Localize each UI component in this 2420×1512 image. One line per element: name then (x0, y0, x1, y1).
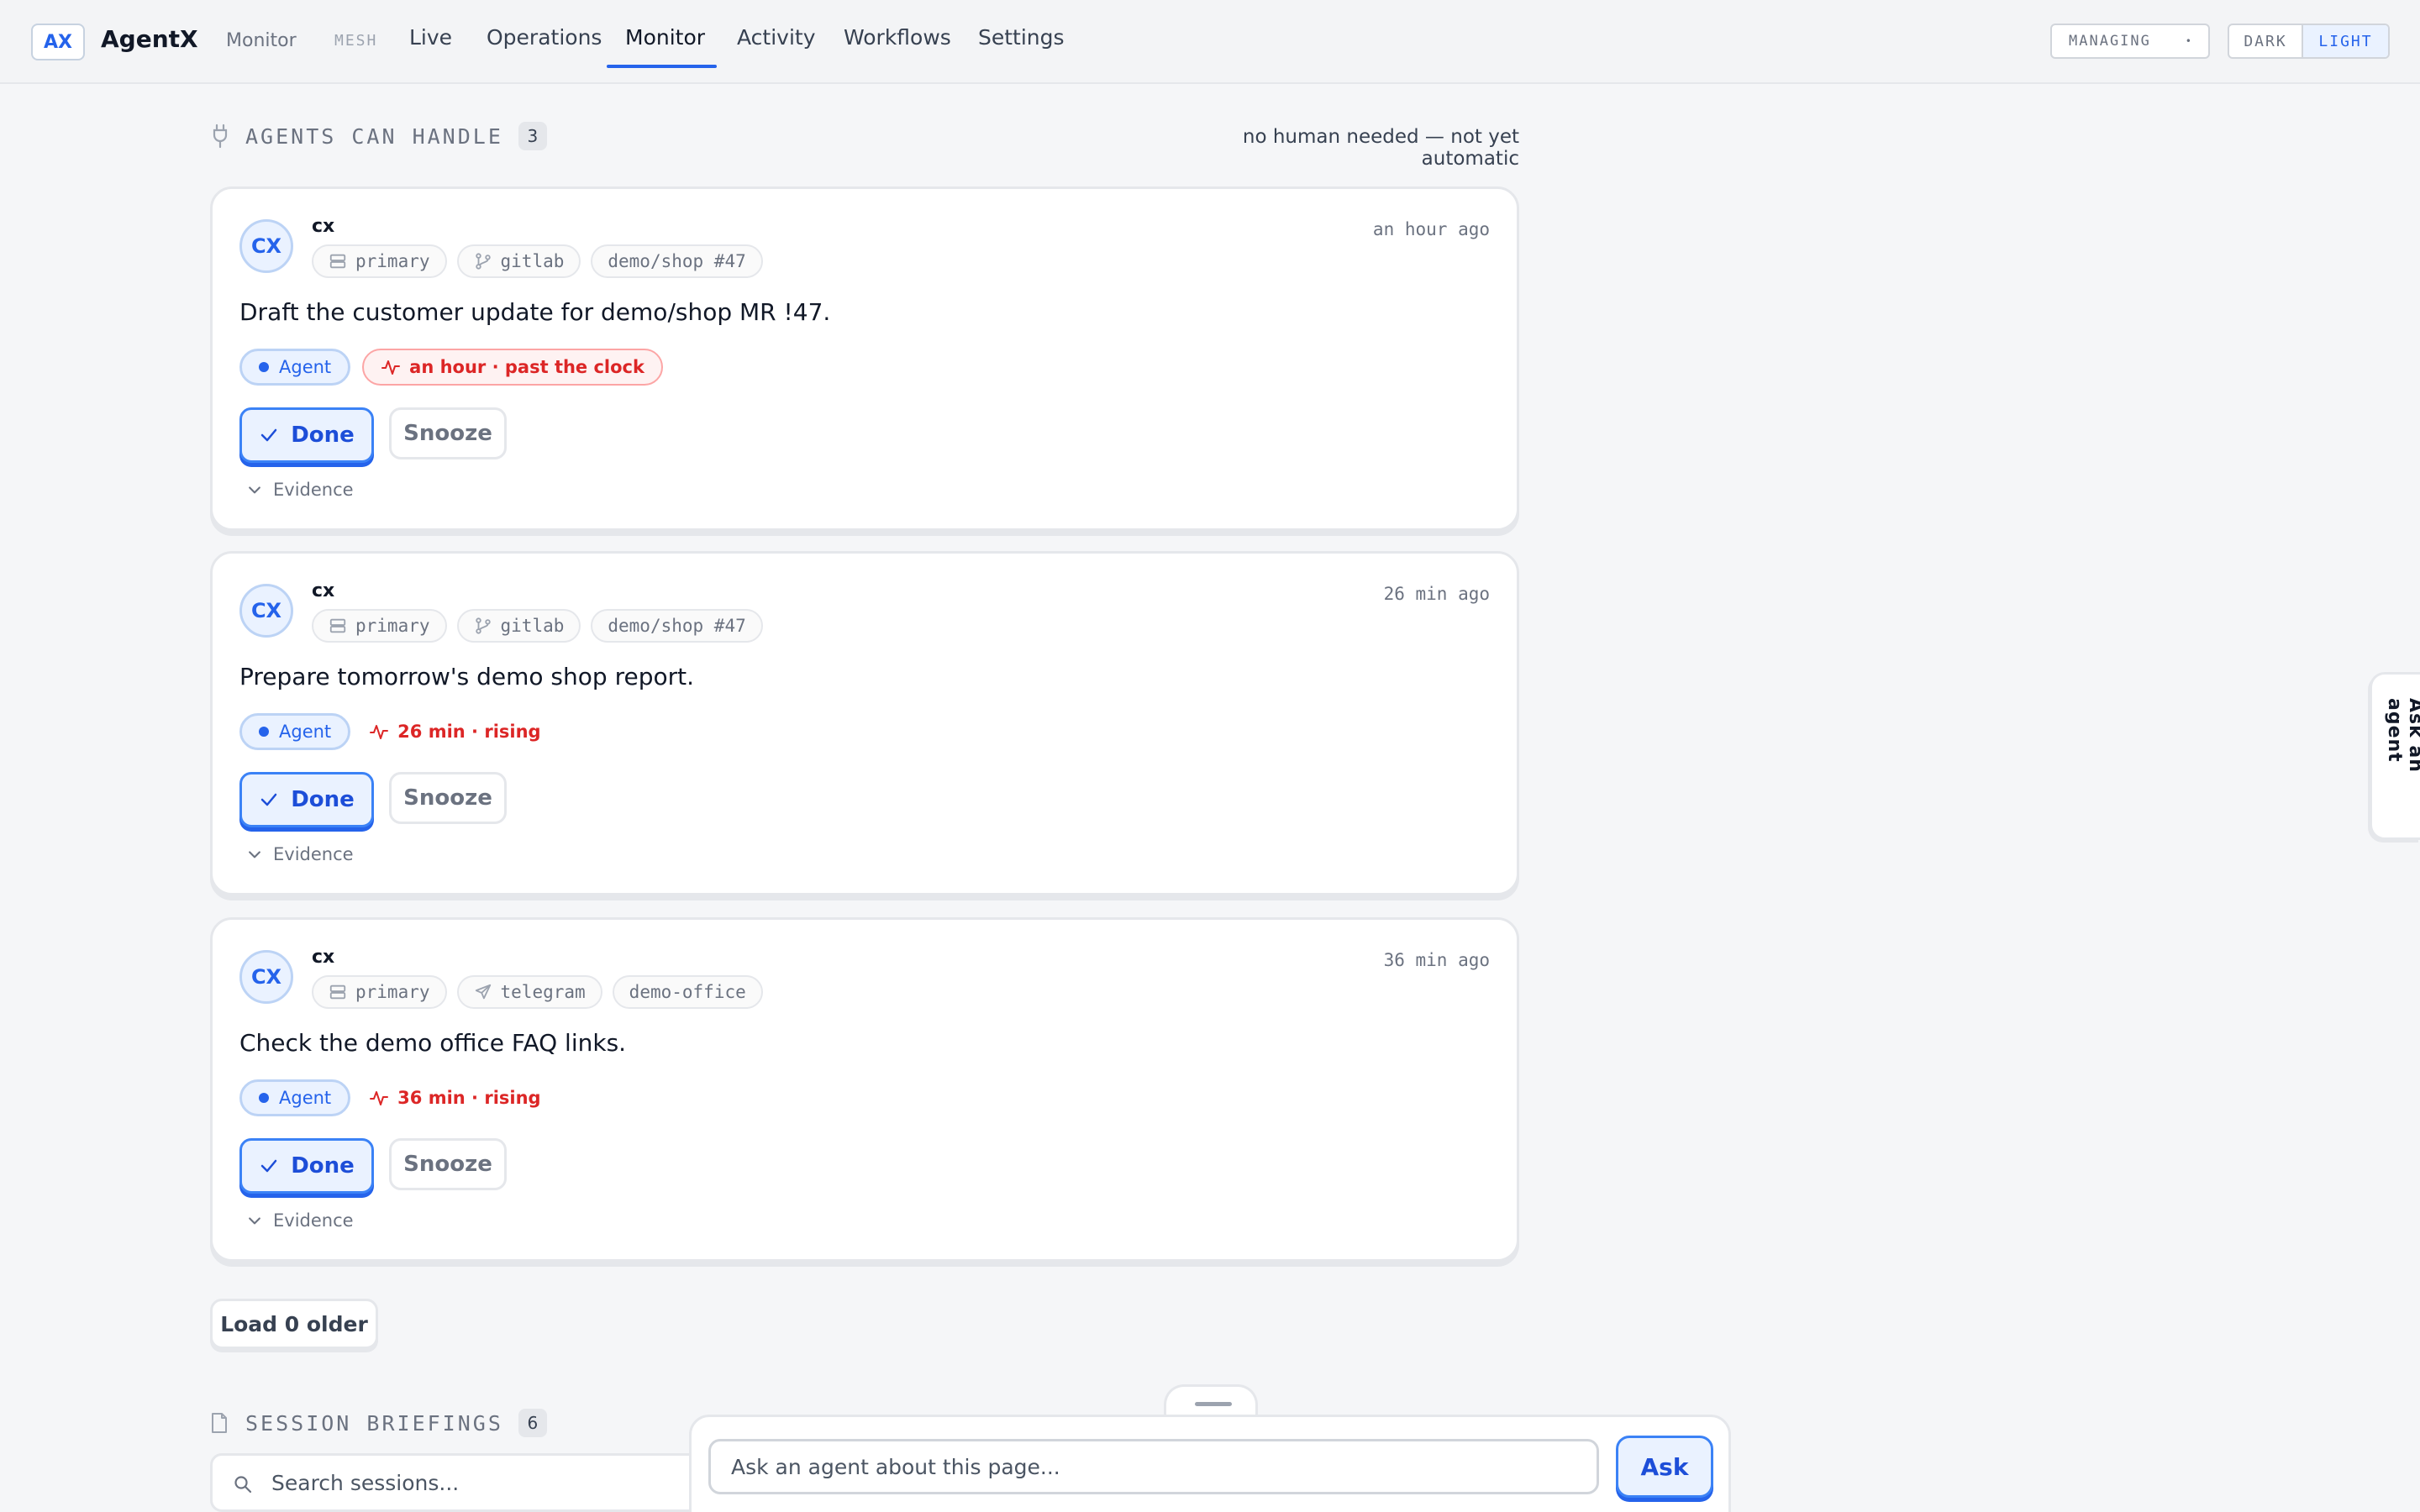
section-title: SESSION BRIEFINGS (245, 1410, 503, 1436)
managing-select[interactable]: MANAGING • (2050, 24, 2210, 59)
file-icon (212, 1413, 227, 1433)
ask-button[interactable]: Ask (1616, 1436, 1713, 1498)
agent-tag: Agent (239, 713, 351, 750)
evidence-toggle[interactable]: Evidence (246, 1210, 354, 1231)
ask-panel: Ask (689, 1415, 1731, 1512)
check-icon (260, 793, 277, 806)
chip-primary: primary (312, 609, 447, 643)
git-branch-icon (475, 617, 491, 634)
theme-dark-button[interactable]: DARK (2229, 25, 2303, 57)
section-title: AGENTS CAN HANDLE (245, 123, 503, 149)
chevron-down-icon (249, 1217, 260, 1225)
search-icon (234, 1476, 252, 1494)
clock-tag: 26 min · rising (362, 713, 557, 750)
dot-icon (259, 362, 269, 372)
session-briefings-header: SESSION BRIEFINGS 6 (210, 1408, 547, 1438)
tab-live[interactable]: Live (409, 25, 452, 69)
clock-tag: 36 min · rising (362, 1079, 557, 1116)
brand-name[interactable]: AgentX (101, 25, 198, 53)
tab-operations[interactable]: Operations (487, 25, 602, 69)
avatar: CX (239, 219, 293, 273)
snooze-button[interactable]: Snooze (389, 407, 507, 459)
check-icon (260, 428, 277, 442)
git-branch-icon (475, 253, 491, 270)
chip-ref: demo/shop #47 (591, 244, 763, 278)
evidence-toggle[interactable]: Evidence (246, 480, 354, 500)
chip-primary: primary (312, 244, 447, 278)
session-search (210, 1453, 714, 1512)
ask-agent-side-tab[interactable]: Ask an agent (2370, 672, 2420, 840)
tab-settings[interactable]: Settings (978, 25, 1065, 69)
agent-tag: Agent (239, 349, 351, 386)
chip-source: gitlab (456, 244, 581, 278)
author-name: cx (312, 580, 335, 601)
task-card: CX cx primary gitlab demo/shop #47 an ho… (210, 186, 1519, 531)
server-icon (329, 254, 346, 269)
agent-tag: Agent (239, 1079, 351, 1116)
top-bar: AX AgentX Monitor MESH Live Operations M… (0, 0, 2420, 84)
session-search-input[interactable] (271, 1470, 712, 1495)
done-button[interactable]: Done (239, 407, 374, 463)
tab-workflows[interactable]: Workflows (844, 25, 951, 69)
snooze-button[interactable]: Snooze (389, 1138, 507, 1190)
plug-icon (213, 123, 228, 149)
chevron-down-icon (249, 486, 260, 494)
load-older-button[interactable]: Load 0 older (210, 1299, 378, 1349)
section-note: no human needed — not yet automatic (1242, 126, 1519, 170)
server-icon (329, 984, 346, 1000)
section-header: AGENTS CAN HANDLE 3 (210, 119, 547, 153)
task-text: Check the demo office FAQ links. (239, 1029, 627, 1057)
timestamp: 26 min ago (1383, 584, 1490, 604)
count-badge: 6 (518, 1409, 547, 1437)
theme-light-button[interactable]: LIGHT (2303, 25, 2388, 57)
evidence-toggle[interactable]: Evidence (246, 844, 354, 864)
activity-icon (381, 360, 401, 375)
author-name: cx (312, 947, 335, 968)
avatar: CX (239, 584, 293, 638)
chip-primary: primary (312, 975, 447, 1009)
done-button[interactable]: Done (239, 772, 374, 827)
mesh-label: MESH (334, 32, 378, 50)
check-icon (260, 1159, 277, 1173)
server-icon (329, 618, 346, 633)
chevron-down-icon (249, 851, 260, 858)
timestamp: 36 min ago (1383, 950, 1490, 970)
avatar: CX (239, 950, 293, 1004)
activity-icon (370, 725, 389, 739)
snooze-button[interactable]: Snooze (389, 772, 507, 824)
clock-tag: an hour · past the clock (362, 349, 663, 386)
task-card: CX cx primary gitlab demo/shop #47 26 mi… (210, 551, 1519, 895)
timestamp: an hour ago (1372, 219, 1490, 239)
tab-monitor[interactable]: Monitor (625, 25, 705, 69)
task-card: CX cx primary telegram demo-office 36 mi… (210, 917, 1519, 1262)
dot-icon (259, 727, 269, 737)
count-badge: 3 (518, 122, 547, 150)
ask-input[interactable] (708, 1439, 1599, 1494)
chip-source: gitlab (456, 609, 581, 643)
chip-ref: demo/shop #47 (591, 609, 763, 643)
chip-source: telegram (456, 975, 602, 1009)
tab-activity[interactable]: Activity (737, 25, 816, 69)
task-text: Draft the customer update for demo/shop … (239, 298, 831, 326)
dot-icon (259, 1093, 269, 1103)
send-icon (475, 984, 491, 1000)
chip-ref: demo-office (612, 975, 763, 1009)
theme-toggle: DARK LIGHT (2228, 24, 2390, 59)
caret-down-icon: • (2185, 35, 2193, 47)
active-tab-indicator (607, 65, 717, 68)
author-name: cx (312, 216, 335, 237)
task-text: Prepare tomorrow's demo shop report. (239, 663, 694, 690)
done-button[interactable]: Done (239, 1138, 374, 1194)
app-logo[interactable]: AX (31, 24, 85, 60)
breadcrumb: Monitor (226, 30, 297, 51)
activity-icon (370, 1091, 389, 1105)
